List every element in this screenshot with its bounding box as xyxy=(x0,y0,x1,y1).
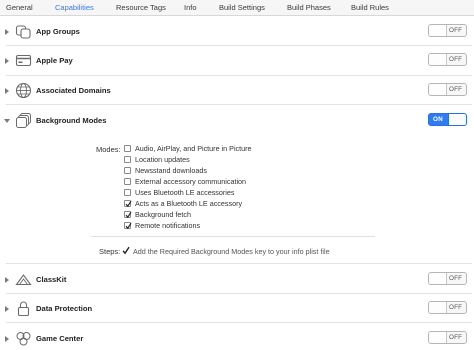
toggle-state: OFF xyxy=(449,275,463,282)
toggle-state: ON xyxy=(433,116,443,123)
mode-acts-as-bluetooth-le: Acts as a Bluetooth LE accessory xyxy=(124,199,324,209)
divider xyxy=(6,45,472,46)
divider xyxy=(6,104,472,105)
toggle-state: OFF xyxy=(449,334,463,341)
disclosure-collapsed-icon[interactable] xyxy=(3,57,11,65)
capability-label: Background Modes xyxy=(36,116,107,125)
mode-checkbox[interactable] xyxy=(124,222,132,230)
mode-label: External accessory communication xyxy=(135,177,247,186)
mode-checkbox[interactable] xyxy=(124,167,131,174)
data-protection-toggle[interactable]: OFF xyxy=(428,301,467,314)
mode-label: Newsstand downloads xyxy=(135,166,207,175)
tab-bar: General Capabilities Resource Tags Info … xyxy=(0,0,474,16)
divider xyxy=(6,263,472,264)
globe-icon xyxy=(15,82,32,99)
divider xyxy=(6,322,472,323)
steps-label: Steps: xyxy=(99,247,121,256)
toggle-knob xyxy=(429,84,447,95)
steps-divider xyxy=(91,236,375,237)
capability-app-groups: App Groups OFF xyxy=(0,21,474,43)
toggle-knob xyxy=(429,302,447,313)
capability-associated-domains: Associated Domains OFF xyxy=(0,80,474,102)
toggle-state: OFF xyxy=(449,86,463,93)
mode-checkbox[interactable] xyxy=(124,156,131,163)
mode-checkbox[interactable] xyxy=(124,189,131,196)
checkmark-icon xyxy=(125,200,132,208)
mode-checkbox[interactable] xyxy=(124,145,131,152)
lock-icon xyxy=(17,301,30,317)
capability-label: Game Center xyxy=(36,334,84,343)
steps-text: Add the Required Background Modes key to… xyxy=(133,247,330,256)
mode-label: Background fetch xyxy=(135,210,191,219)
tab-build-settings[interactable]: Build Settings xyxy=(219,3,265,12)
disclosure-collapsed-icon[interactable] xyxy=(3,28,11,36)
disclosure-expanded-icon[interactable] xyxy=(3,117,11,125)
mode-audio-airplay: Audio, AirPlay, and Picture in Picture xyxy=(124,144,324,154)
mode-label: Uses Bluetooth LE accessories xyxy=(135,188,235,197)
mode-background-fetch: Background fetch xyxy=(124,210,324,220)
disclosure-collapsed-icon[interactable] xyxy=(3,305,11,313)
capability-label: Data Protection xyxy=(36,304,93,313)
mode-uses-bluetooth-le: Uses Bluetooth LE accessories xyxy=(124,188,324,198)
disclosure-collapsed-icon[interactable] xyxy=(3,335,11,343)
capability-classkit: ClassKit OFF xyxy=(0,269,474,291)
mode-label: Remote notifications xyxy=(135,221,201,230)
divider xyxy=(6,293,472,294)
toggle-knob xyxy=(429,54,447,65)
apple-pay-icon xyxy=(15,54,32,67)
capability-label: Apple Pay xyxy=(36,56,73,65)
toggle-knob xyxy=(429,332,447,343)
classkit-toggle[interactable]: OFF xyxy=(428,272,467,285)
classkit-icon xyxy=(15,274,32,286)
capability-label: Associated Domains xyxy=(36,86,111,95)
capability-background-modes: Background Modes ON xyxy=(0,110,474,132)
tab-info[interactable]: Info xyxy=(184,3,197,12)
mode-checkbox[interactable] xyxy=(124,178,131,185)
associated-domains-toggle[interactable]: OFF xyxy=(428,83,467,96)
game-center-toggle[interactable]: OFF xyxy=(428,331,467,344)
mode-location-updates: Location updates xyxy=(124,155,324,165)
capability-apple-pay: Apple Pay OFF xyxy=(0,50,474,72)
toggle-state: OFF xyxy=(449,27,463,34)
capability-label: ClassKit xyxy=(36,275,67,284)
tab-build-phases[interactable]: Build Phases xyxy=(287,3,331,12)
mode-label: Location updates xyxy=(135,155,190,164)
capability-game-center: Game Center OFF xyxy=(0,328,474,350)
tab-resource-tags[interactable]: Resource Tags xyxy=(116,3,166,12)
capability-label: App Groups xyxy=(36,27,80,36)
toggle-knob xyxy=(448,114,466,125)
disclosure-collapsed-icon[interactable] xyxy=(3,276,11,284)
toggle-state: OFF xyxy=(449,56,463,63)
mode-label: Audio, AirPlay, and Picture in Picture xyxy=(135,144,252,153)
capability-data-protection: Data Protection OFF xyxy=(0,298,474,320)
step-complete-checkmark-icon xyxy=(122,246,130,255)
tab-build-rules[interactable]: Build Rules xyxy=(351,3,389,12)
tab-general[interactable]: General xyxy=(6,3,33,12)
checkmark-icon xyxy=(125,222,132,230)
game-center-icon xyxy=(16,332,31,346)
divider xyxy=(6,75,472,76)
disclosure-collapsed-icon[interactable] xyxy=(3,87,11,95)
toggle-state: OFF xyxy=(449,304,463,311)
background-modes-toggle[interactable]: ON xyxy=(428,113,467,126)
apple-pay-toggle[interactable]: OFF xyxy=(428,53,467,66)
mode-remote-notifications: Remote notifications xyxy=(124,221,324,231)
mode-checkbox[interactable] xyxy=(124,211,132,219)
modes-label: Modes: xyxy=(96,145,121,154)
toggle-knob xyxy=(429,273,447,284)
app-groups-icon xyxy=(15,25,31,39)
mode-checkbox[interactable] xyxy=(124,200,132,208)
checkmark-icon xyxy=(125,211,132,219)
background-modes-icon xyxy=(16,113,31,128)
mode-external-accessory: External accessory communication xyxy=(124,177,324,187)
mode-newsstand-downloads: Newsstand downloads xyxy=(124,166,324,176)
tab-capabilities[interactable]: Capabilities xyxy=(55,3,94,12)
toggle-knob xyxy=(429,25,447,36)
app-groups-toggle[interactable]: OFF xyxy=(428,24,467,37)
mode-label: Acts as a Bluetooth LE accessory xyxy=(135,199,243,208)
